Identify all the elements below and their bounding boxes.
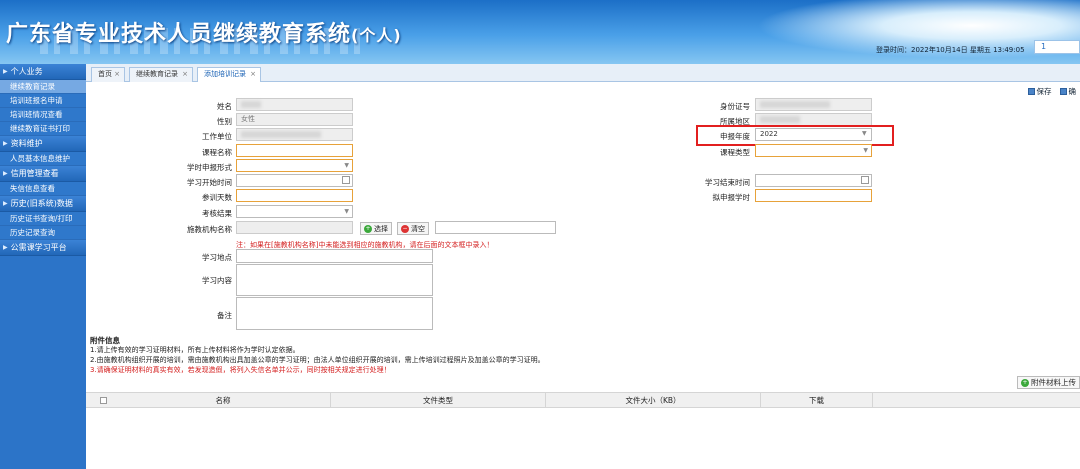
gender-label: 性别 [217,117,232,126]
sidebar-group-label: 个人业务 [10,67,43,76]
study-end-date-input[interactable] [755,174,872,187]
sidebar-group-label: 资料维护 [10,139,43,148]
chevron-down-icon: ▼ [863,147,868,154]
save-button[interactable]: 保存 [1024,84,1056,98]
confirm-icon [1059,87,1067,95]
sidebar-group[interactable]: ▶ 资料维护 [0,136,86,152]
course-name-label: 课程名称 [202,148,232,157]
study-start-label: 学习开始时间 [187,178,232,187]
tab-bar: 首页 × 继续教育记录 × 添加培训记录 × [86,64,1080,82]
remark-textarea[interactable] [236,297,433,330]
attachments-section: 附件信息 1.请上传有效的学习证明材料，所有上传材料将作为学时认定依据。 2.由… [86,333,1080,469]
chevron-right-icon: ▶ [3,244,8,251]
workplace-field [236,128,353,141]
gender-field: 女性 [236,113,353,126]
workplace-label: 工作单位 [202,132,232,141]
course-type-label: 课程类型 [720,148,750,157]
chevron-down-icon: ▼ [344,208,349,215]
planned-hours-label: 拟申报学时 [712,193,751,202]
study-place-label: 学习地点 [202,253,232,262]
sidebar-group[interactable]: ▶ 公需课学习平台 [0,240,86,256]
course-type-select[interactable]: ▼ [755,144,872,157]
sidebar-item[interactable]: 失信信息查看 [0,182,86,196]
name-label: 姓名 [217,102,232,111]
chevron-down-icon: ▼ [344,162,349,169]
close-icon[interactable]: × [182,68,188,81]
study-place-input[interactable] [236,249,433,263]
planned-hours-input[interactable] [755,189,872,202]
sidebar-item[interactable]: 历史证书查询/打印 [0,212,86,226]
attachments-note-1: 1.请上传有效的学习证明材料，所有上传材料将作为学时认定依据。 [90,346,300,354]
chevron-right-icon: ▶ [3,68,8,75]
sidebar-item[interactable]: 培训班情况查看 [0,108,86,122]
days-label: 参训天数 [202,193,232,202]
chevron-right-icon: ▶ [3,140,8,147]
exam-result-select[interactable]: ▼ [236,205,353,218]
attachments-table-header: 名称 文件类型 文件大小（KB） 下载 [86,392,1080,408]
close-icon[interactable]: × [114,68,120,81]
calendar-icon[interactable] [861,176,869,184]
col-name: 名称 [116,393,331,408]
year-highlight-box [696,125,894,146]
study-content-label: 学习内容 [202,276,232,285]
tab-home[interactable]: 首页 × [91,67,125,82]
attachments-note-2: 2.由施教机构组织开展的培训，需由施教机构出具加盖公章的学习证明；由法人单位组织… [90,356,545,364]
hours-form-select[interactable]: ▼ [236,159,353,172]
org-name-field [236,221,353,234]
chevron-right-icon: ▶ [3,200,8,207]
col-file-type: 文件类型 [331,393,546,408]
calendar-icon[interactable] [342,176,350,184]
sidebar: ▶ 个人业务 继续教育记录 培训班报名申请 培训班情况查看 继续教育证书打印 ▶ 资料维护 人员… [0,64,86,469]
close-icon[interactable]: × [250,68,256,81]
chevron-right-icon: ▶ [3,170,8,177]
clear-org-button[interactable]: − 清空 [397,222,429,235]
save-icon [1027,87,1035,95]
col-file-size: 文件大小（KB） [546,393,761,408]
study-content-textarea[interactable] [236,264,433,296]
app-title-suffix: (个人) [351,26,402,45]
days-input[interactable] [236,189,353,202]
app-title: 广东省专业技术人员继续教育系统(个人) [6,22,402,47]
plus-icon: + [1021,378,1029,387]
id-number-label: 身份证号 [720,102,750,111]
sidebar-item[interactable]: 培训班报名申请 [0,94,86,108]
study-start-date-input[interactable] [236,174,353,187]
course-name-input[interactable] [236,144,353,157]
study-end-label: 学习结束时间 [705,178,750,187]
sidebar-item[interactable]: 历史记录查询 [0,226,86,240]
sidebar-group-label: 公需课学习平台 [10,243,67,252]
confirm-button[interactable]: 确 [1056,84,1080,98]
remark-label: 备注 [217,311,232,320]
sidebar-group-label: 信用管理查看 [10,169,59,178]
attachments-note-3: 3.请确保证明材料的真实有效，若发现造假，将列入失信名单并公示，同时按相关规定进… [90,366,391,374]
id-number-field [755,98,872,111]
user-menu[interactable]: 1 [1034,40,1080,54]
minus-icon: − [401,224,409,233]
sidebar-group-label: 历史(旧系统)数据 [10,199,73,208]
sidebar-item[interactable]: 继续教育证书打印 [0,122,86,136]
form-toolbar: 保存 确 [1024,84,1080,98]
app-header: 广东省专业技术人员继续教育系统(个人) 登录时间：2022年10月14日 星期五… [0,0,1080,64]
hours-form-label: 学时申报形式 [187,163,232,172]
org-name-text-input[interactable] [435,221,556,234]
select-all-checkbox[interactable] [100,397,107,404]
org-name-label: 施教机构名称 [187,225,232,234]
select-org-button[interactable]: + 选择 [360,222,392,235]
name-field [236,98,353,111]
sidebar-item[interactable]: 人员基本信息维护 [0,152,86,166]
col-download: 下载 [761,393,873,408]
tab-add-training-record[interactable]: 添加培训记录 × [197,67,261,82]
sidebar-group[interactable]: ▶ 历史(旧系统)数据 [0,196,86,212]
sidebar-group[interactable]: ▶ 个人业务 [0,64,86,80]
sidebar-item[interactable]: 继续教育记录 [0,80,86,94]
tab-education-records[interactable]: 继续教育记录 × [129,67,193,82]
login-info: 登录时间：2022年10月14日 星期五 13:49:05 [876,46,1025,54]
sidebar-group[interactable]: ▶ 信用管理查看 [0,166,86,182]
upload-attachment-button[interactable]: + 附件材料上传 [1017,376,1080,389]
exam-result-label: 考核结果 [202,209,232,218]
plus-icon: + [364,224,372,233]
